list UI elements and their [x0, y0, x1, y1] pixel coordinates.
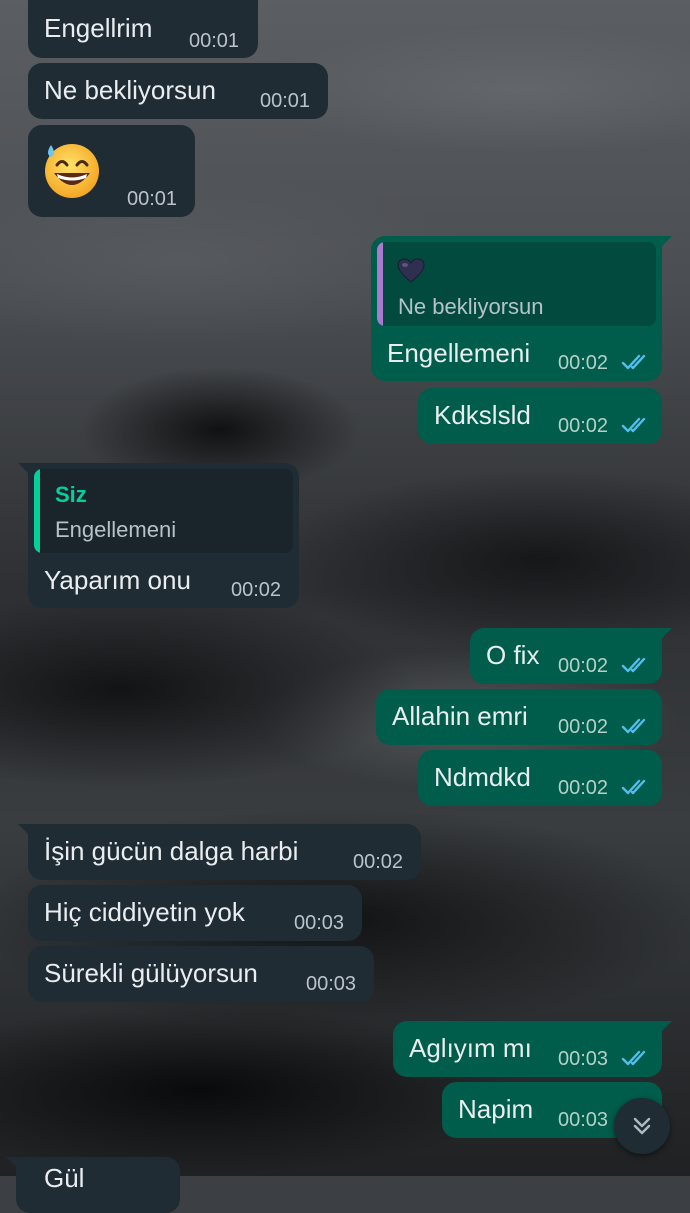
quoted-message[interactable]: Siz Engellemeni [34, 469, 293, 553]
dark-heart-icon [397, 258, 425, 283]
message-text: Sürekli gülüyorsun [44, 958, 258, 988]
message-time: 00:03 [306, 973, 357, 995]
message-bubble-incoming[interactable]: 00:01 [28, 125, 195, 217]
message-text: Gül [44, 1163, 85, 1193]
message-text: Napim [458, 1094, 534, 1124]
scroll-to-bottom-button[interactable] [614, 1098, 670, 1154]
quote-sender-name: Siz [55, 482, 87, 507]
message-text: Engellemeni [387, 338, 531, 368]
message-text: İşin gücün dalga harbi [44, 836, 299, 866]
read-ticks-icon [621, 779, 646, 795]
message-text: Yaparım onu [44, 565, 191, 595]
message-bubble-incoming[interactable]: Gül [6, 1157, 180, 1213]
grinning-sweat-emoji [45, 144, 99, 198]
message-time: 00:01 [127, 188, 178, 210]
message-text: Kdkslsld [434, 400, 531, 430]
message-text: Hiç ciddiyetin yok [44, 897, 245, 927]
read-ticks-icon [621, 417, 646, 433]
message-bubble-incoming[interactable]: Hiç ciddiyetin yok 00:03 [28, 885, 362, 941]
message-text: Allahin emri [392, 701, 528, 731]
message-time: 00:01 [260, 90, 311, 112]
double-chevron-down-icon [633, 1117, 651, 1135]
read-ticks-icon [621, 1050, 646, 1066]
message-bubble-incoming[interactable]: İşin gücün dalga harbi 00:02 [18, 824, 421, 880]
message-text: Ndmdkd [434, 762, 531, 792]
bubble-tail [18, 463, 32, 477]
message-bubble-incoming[interactable]: Sürekli gülüyorsun 00:03 [28, 946, 374, 1002]
message-text: Engellrim [44, 13, 153, 43]
message-text: O fix [486, 640, 540, 670]
message-bubble-incoming[interactable]: Engellrim 00:01 [28, 0, 258, 58]
bubble-tail [18, 824, 32, 838]
message-bubble-outgoing[interactable]: Allahin emri 00:02 [376, 689, 662, 745]
message-time: 00:03 [558, 1109, 609, 1131]
message-time: 00:03 [558, 1048, 609, 1070]
message-bubble-outgoing[interactable]: Ndmdkd 00:02 [418, 750, 662, 806]
quoted-message[interactable]: Ne bekliyorsun [377, 242, 656, 326]
message-time: 00:02 [558, 777, 609, 799]
quote-text: Ne bekliyorsun [398, 294, 544, 319]
quote-bar [377, 242, 383, 326]
message-bubble-outgoing[interactable]: Ne bekliyorsun Engellemeni 00:02 [371, 236, 672, 381]
message-bubble-incoming[interactable]: Ne bekliyorsun 00:01 [28, 63, 328, 119]
message-bubble-outgoing[interactable]: Aglıyım mı 00:03 [393, 1021, 672, 1077]
message-bubble-outgoing[interactable]: O fix 00:02 [470, 628, 672, 684]
quote-bar [34, 469, 40, 553]
message-time: 00:03 [294, 912, 345, 934]
bubble-tail [658, 1021, 672, 1035]
message-time: 00:02 [353, 851, 404, 873]
message-time: 00:02 [558, 655, 609, 677]
read-ticks-icon [621, 657, 646, 673]
message-time: 00:02 [558, 352, 609, 374]
message-time: 00:01 [189, 30, 240, 52]
bubble-tail [658, 628, 672, 642]
read-ticks-icon [621, 718, 646, 734]
bubble-tail [658, 236, 672, 250]
message-time: 00:02 [231, 579, 282, 601]
message-time: 00:02 [558, 716, 609, 738]
message-time: 00:02 [558, 415, 609, 437]
message-text: Aglıyım mı [409, 1033, 532, 1063]
read-ticks-icon [621, 354, 646, 370]
quote-text: Engellemeni [55, 517, 177, 542]
message-bubble-incoming[interactable]: Siz Engellemeni Yaparım onu 00:02 [18, 463, 299, 608]
message-text: Ne bekliyorsun [44, 75, 216, 105]
message-bubble-outgoing[interactable]: Kdkslsld 00:02 [418, 388, 662, 444]
bubble-tail [6, 1157, 20, 1171]
